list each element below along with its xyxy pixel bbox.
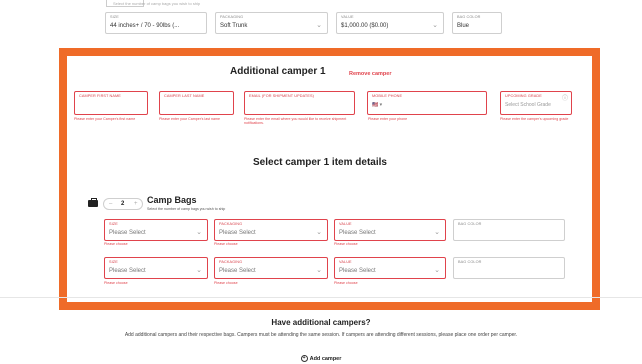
bag2-packaging-select[interactable]: PACKAGING Please Select ⌄ xyxy=(214,257,328,279)
camper-last-name-field[interactable]: CAMPER LAST NAME xyxy=(159,91,234,115)
chevron-down-icon: ⌄ xyxy=(316,229,322,236)
bag2-size-error: Please choose xyxy=(104,281,128,285)
add-camper-button[interactable]: + Add camper xyxy=(0,355,642,362)
bag-color-label: BAG COLOR xyxy=(458,222,482,226)
mobile-phone-label: MOBILE PHONE xyxy=(372,94,403,98)
email-label: EMAIL (FOR SHIPMENT UPDATES) xyxy=(249,94,314,98)
previous-camper-row: Select the number of camp bags you wish … xyxy=(0,0,642,48)
packaging-label: PACKAGING xyxy=(219,222,243,226)
bag1-packaging-error: Please choose xyxy=(214,242,238,246)
value-value: $1,000.00 ($0.00) xyxy=(341,23,389,29)
mobile-phone-help: Please enter your phone xyxy=(368,117,408,121)
value-label: VALUE xyxy=(339,260,352,264)
chevron-down-icon: ⌄ xyxy=(434,229,440,236)
size-value: Please Select xyxy=(109,268,146,274)
additional-campers-description: Add additional campers and their respect… xyxy=(124,332,518,338)
upcoming-grade-select[interactable]: UPCOMING GRADE Select School Grade ⓘ xyxy=(500,91,572,115)
plus-button[interactable]: + xyxy=(134,201,138,207)
upcoming-grade-label: UPCOMING GRADE xyxy=(505,94,542,98)
size-label: SIZE xyxy=(110,15,119,19)
item-details-title: Select camper 1 item details xyxy=(253,157,387,168)
chevron-down-icon: ⌄ xyxy=(316,22,322,29)
bag-color-label: BAG COLOR xyxy=(458,260,482,264)
bag2-packaging-error: Please choose xyxy=(214,281,238,285)
bag2-color-input[interactable]: BAG COLOR xyxy=(453,257,565,279)
bag-color-value: Blue xyxy=(457,23,470,29)
briefcase-icon xyxy=(88,198,98,207)
additional-campers-title: Have additional campers? xyxy=(271,318,371,327)
chevron-down-icon: ⌄ xyxy=(196,267,202,274)
add-camper-label: Add camper xyxy=(309,355,342,362)
email-field[interactable]: EMAIL (FOR SHIPMENT UPDATES) xyxy=(244,91,355,115)
bag1-size-select[interactable]: SIZE Please Select ⌄ xyxy=(104,219,208,241)
divider xyxy=(0,297,642,298)
bag1-value-select[interactable]: VALUE Please Select ⌄ xyxy=(334,219,446,241)
bag1-packaging-select[interactable]: PACKAGING Please Select ⌄ xyxy=(214,219,328,241)
chevron-down-icon: ⌄ xyxy=(316,267,322,274)
size-value: 44 inches+ / 70 - 90lbs (... xyxy=(110,23,180,29)
chevron-down-icon: ⌄ xyxy=(434,267,440,274)
info-icon[interactable]: ⓘ xyxy=(562,93,568,102)
packaging-label: PACKAGING xyxy=(220,15,244,19)
first-name-help: Please enter your Camper's first name xyxy=(74,117,136,121)
value-label: VALUE xyxy=(339,222,352,226)
packaging-label: PACKAGING xyxy=(219,260,243,264)
chevron-down-icon: ⌄ xyxy=(432,22,438,29)
bag2-value-select[interactable]: VALUE Please Select ⌄ xyxy=(334,257,446,279)
bag2-size-select[interactable]: SIZE Please Select ⌄ xyxy=(104,257,208,279)
camper-first-name-field[interactable]: CAMPER FIRST NAME xyxy=(74,91,148,115)
plus-circle-icon: + xyxy=(300,355,308,362)
country-flag-select[interactable]: 🇺🇸 ▾ xyxy=(372,102,382,108)
quantity-value: 2 xyxy=(121,201,125,207)
camp-bags-subtitle: Select the number of camp bags you wish … xyxy=(147,207,226,211)
upcoming-grade-help: Please enter the camper's upcoming grade xyxy=(500,117,569,121)
size-label: SIZE xyxy=(109,260,118,264)
last-name-help: Please enter your Camper's last name xyxy=(159,117,221,121)
size-value: Please Select xyxy=(109,230,146,236)
camp-bags-title: Camp Bags xyxy=(147,195,197,205)
bag-color-label: BAG COLOR xyxy=(457,15,481,19)
value-value: Please Select xyxy=(339,230,376,236)
chevron-down-icon: ⌄ xyxy=(196,229,202,236)
remove-camper-link[interactable]: Remove camper xyxy=(349,71,392,77)
top-hint: Select the number of camp bags you wish … xyxy=(113,1,201,6)
additional-camper-title: Additional camper 1 xyxy=(230,66,326,77)
bag1-value-error: Please choose xyxy=(334,242,358,246)
packaging-value: Please Select xyxy=(219,230,256,236)
value-label: VALUE xyxy=(341,15,354,19)
first-name-label: CAMPER FIRST NAME xyxy=(79,94,121,98)
camp-bags-quantity-stepper[interactable]: – 2 + xyxy=(103,198,143,210)
size-label: SIZE xyxy=(109,222,118,226)
packaging-value: Please Select xyxy=(219,268,256,274)
packaging-value: Soft Trunk xyxy=(220,23,248,29)
value-value: Please Select xyxy=(339,268,376,274)
value-select[interactable]: VALUE $1,000.00 ($0.00) ⌄ xyxy=(336,12,444,34)
bag2-value-error: Please choose xyxy=(334,281,358,285)
minus-button[interactable]: – xyxy=(109,201,112,207)
size-select[interactable]: SIZE 44 inches+ / 70 - 90lbs (... xyxy=(105,12,207,34)
mobile-phone-field[interactable]: MOBILE PHONE 🇺🇸 ▾ xyxy=(367,91,487,115)
packaging-select[interactable]: PACKAGING Soft Trunk ⌄ xyxy=(215,12,328,34)
bag-color-input[interactable]: BAG COLOR Blue xyxy=(452,12,502,34)
last-name-label: CAMPER LAST NAME xyxy=(164,94,205,98)
upcoming-grade-value: Select School Grade xyxy=(505,102,551,108)
bag1-size-error: Please choose xyxy=(104,242,128,246)
email-help: Please enter the email where you would l… xyxy=(244,117,347,126)
bag1-color-input[interactable]: BAG COLOR xyxy=(453,219,565,241)
